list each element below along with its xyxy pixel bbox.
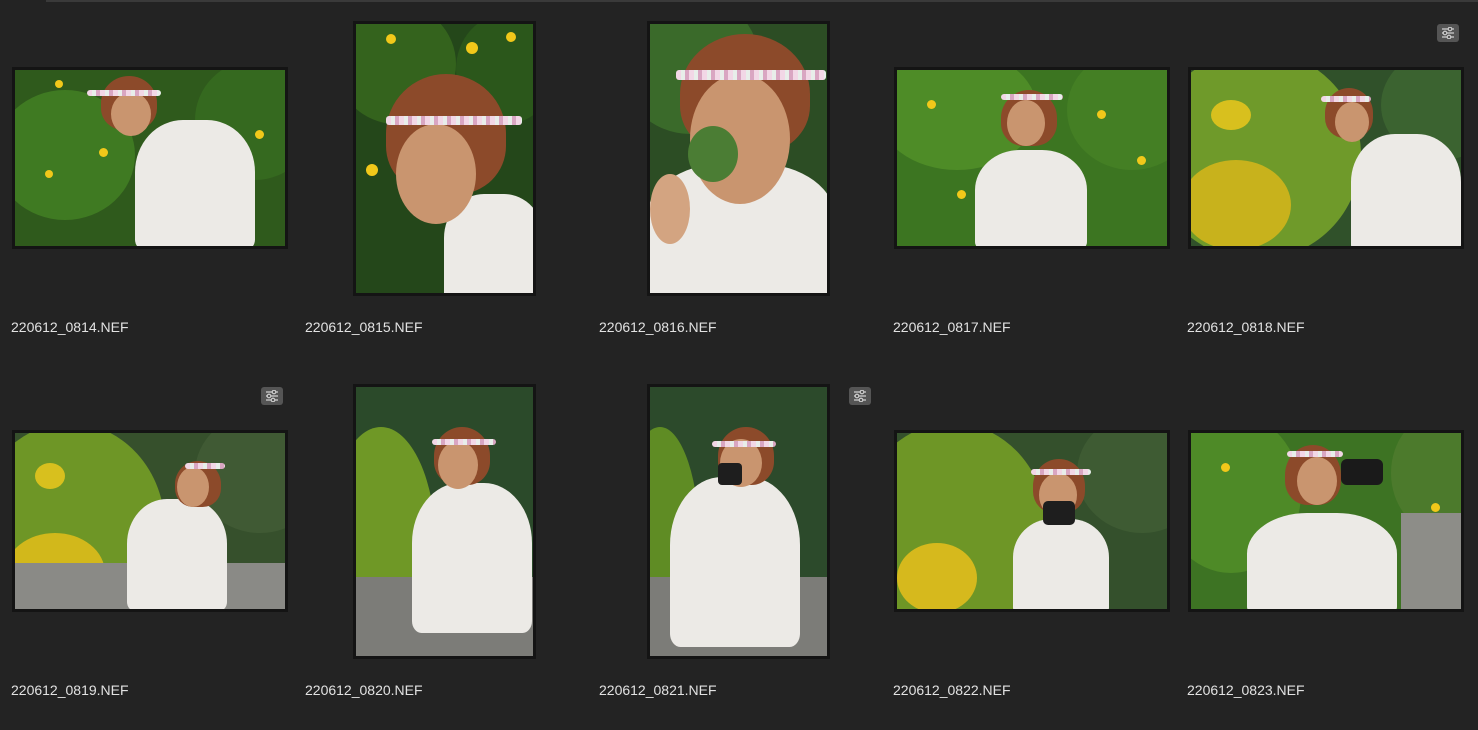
photo-thumbnail[interactable] bbox=[1188, 430, 1464, 612]
photo-thumbnail[interactable] bbox=[353, 384, 536, 659]
thumbnail-filename: 220612_0818.NEF bbox=[1187, 319, 1305, 335]
photo-thumbnail[interactable] bbox=[12, 430, 288, 612]
grid-cell: 220612_0816.NEF bbox=[588, 0, 882, 340]
grid-cell: 220612_0814.NEF bbox=[0, 0, 294, 340]
photo-thumbnail[interactable] bbox=[353, 21, 536, 296]
photo-image bbox=[650, 387, 827, 656]
photo-image bbox=[356, 24, 533, 293]
photo-image bbox=[356, 387, 533, 656]
photo-thumbnail[interactable] bbox=[647, 21, 830, 296]
photo-image bbox=[1191, 433, 1461, 609]
grid-cell: 220612_0815.NEF bbox=[294, 0, 588, 340]
photo-thumbnail[interactable] bbox=[12, 67, 288, 249]
thumbnail-filename: 220612_0817.NEF bbox=[893, 319, 1011, 335]
grid-cell: 220612_0820.NEF bbox=[294, 363, 588, 703]
sliders-icon bbox=[854, 390, 866, 402]
grid-cell: 220612_0818.NEF bbox=[1176, 0, 1470, 340]
thumbnail-filename: 220612_0822.NEF bbox=[893, 682, 1011, 698]
thumbnail-grid: 220612_0814.NEF 220612_0815.NEF 220612_0… bbox=[0, 0, 1478, 730]
grid-cell: 220612_0819.NEF bbox=[0, 363, 294, 703]
thumbnail-filename: 220612_0819.NEF bbox=[11, 682, 129, 698]
photo-thumbnail[interactable] bbox=[894, 430, 1170, 612]
grid-cell: 220612_0817.NEF bbox=[882, 0, 1176, 340]
adjustments-badge[interactable] bbox=[261, 387, 283, 405]
sliders-icon bbox=[1442, 27, 1454, 39]
adjustments-badge[interactable] bbox=[1437, 24, 1459, 42]
thumbnail-filename: 220612_0823.NEF bbox=[1187, 682, 1305, 698]
photo-image bbox=[897, 433, 1167, 609]
photo-thumbnail[interactable] bbox=[1188, 67, 1464, 249]
thumbnail-filename: 220612_0815.NEF bbox=[305, 319, 423, 335]
photo-thumbnail[interactable] bbox=[894, 67, 1170, 249]
thumbnail-filename: 220612_0816.NEF bbox=[599, 319, 717, 335]
photo-image bbox=[897, 70, 1167, 246]
grid-cell: 220612_0823.NEF bbox=[1176, 363, 1470, 703]
photo-image bbox=[15, 70, 285, 246]
grid-cell: 220612_0822.NEF bbox=[882, 363, 1176, 703]
grid-cell: 220612_0821.NEF bbox=[588, 363, 882, 703]
photo-thumbnail[interactable] bbox=[647, 384, 830, 659]
sliders-icon bbox=[266, 390, 278, 402]
thumbnail-filename: 220612_0820.NEF bbox=[305, 682, 423, 698]
photo-image bbox=[1191, 70, 1461, 246]
thumbnail-filename: 220612_0814.NEF bbox=[11, 319, 129, 335]
photo-image bbox=[650, 24, 827, 293]
thumbnail-filename: 220612_0821.NEF bbox=[599, 682, 717, 698]
adjustments-badge[interactable] bbox=[849, 387, 871, 405]
photo-image bbox=[15, 433, 285, 609]
